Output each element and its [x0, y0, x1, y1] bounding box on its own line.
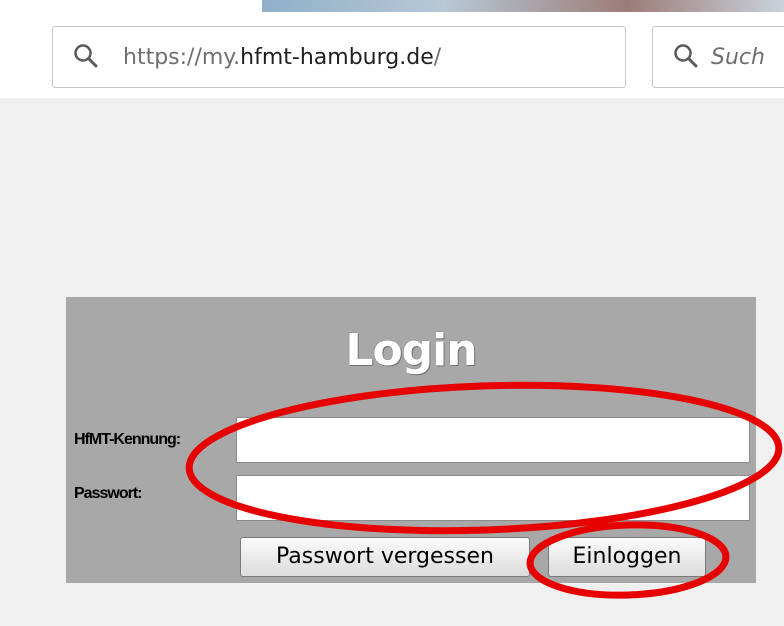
password-label: Passwort:: [74, 485, 142, 502]
search-placeholder: Such: [711, 45, 765, 70]
username-label: HfMT-Kennung:: [74, 431, 181, 448]
url-text[interactable]: https://my.hfmt-hamburg.de/: [123, 45, 441, 70]
url-prefix: https://my.: [123, 45, 241, 70]
forgot-password-button[interactable]: Passwort vergessen: [240, 537, 530, 577]
search-icon: [74, 44, 98, 68]
search-bar[interactable]: Such: [652, 26, 784, 88]
url-host: hfmt-hamburg.de: [240, 45, 434, 70]
search-icon: [674, 44, 698, 68]
login-title: Login: [345, 325, 477, 376]
login-panel: Login HfMT-Kennung: Passwort: Passwort v…: [66, 297, 756, 583]
url-suffix: /: [433, 45, 442, 70]
password-input[interactable]: [236, 475, 750, 521]
username-input[interactable]: [236, 417, 750, 463]
login-button[interactable]: Einloggen: [548, 537, 706, 577]
url-bar[interactable]: https://my.hfmt-hamburg.de/: [52, 26, 626, 88]
page: https://my.hfmt-hamburg.de/ Such Login H…: [0, 0, 784, 626]
browser-header-image: [262, 0, 784, 12]
